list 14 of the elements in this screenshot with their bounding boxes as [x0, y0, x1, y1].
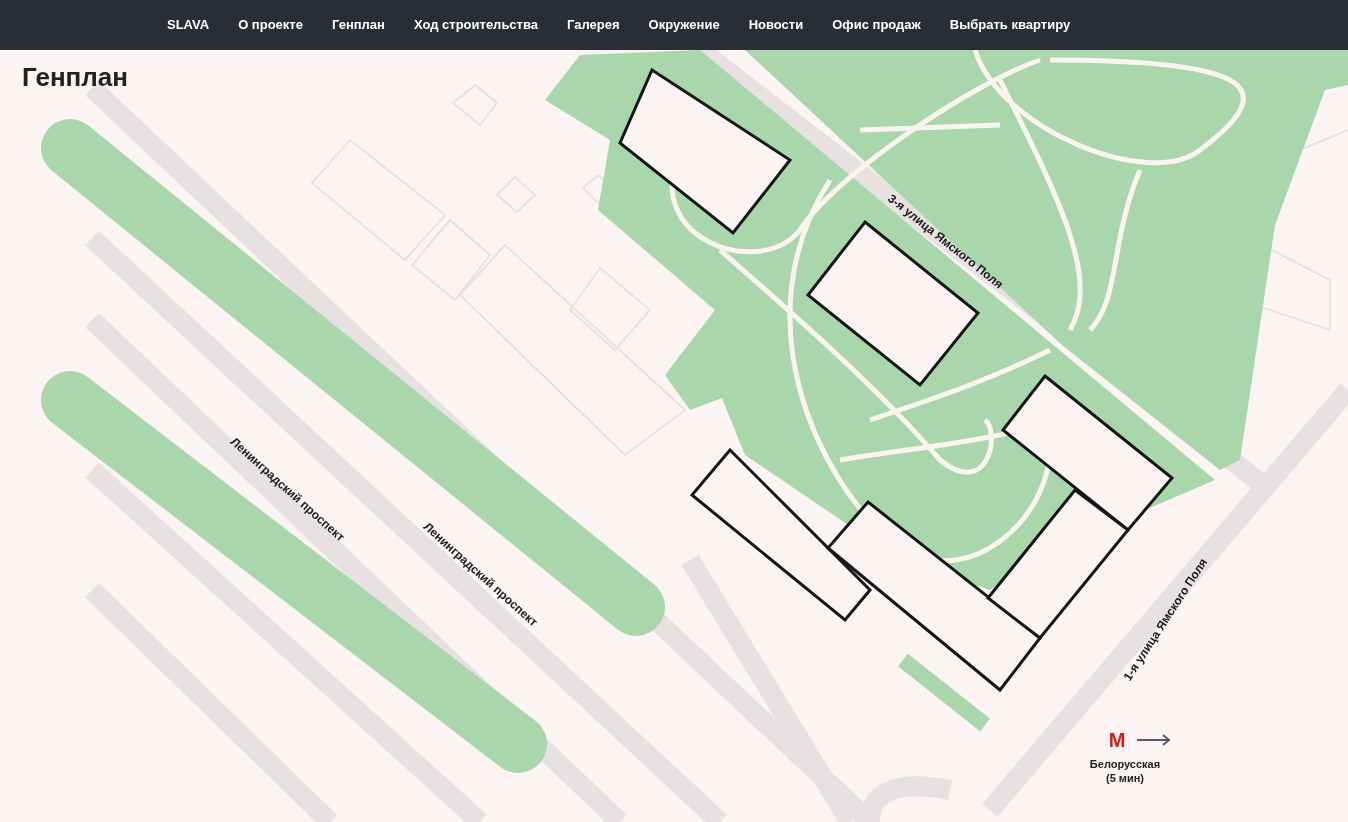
nav-link[interactable]: SLAVA [167, 15, 210, 35]
nav-link[interactable]: Офис продаж [832, 15, 921, 35]
arrow-right-icon [1137, 734, 1172, 746]
nav-link[interactable]: Генплан [331, 15, 385, 35]
metro-logo: M [1108, 730, 1126, 750]
nav-link[interactable]: Ход строительства [413, 15, 539, 35]
nav-link[interactable]: Новости [748, 15, 804, 35]
nav-link[interactable]: Окружение [648, 15, 720, 35]
nav-link[interactable]: О проекте [238, 15, 303, 35]
page-title: Генплан [22, 61, 128, 94]
metro-station-name: Белорусская [1089, 758, 1161, 772]
nav-link[interactable]: Галерея [567, 15, 620, 35]
nav-link[interactable]: Выбрать квартиру [949, 15, 1071, 35]
walk-time: (5 мин) [1105, 771, 1144, 786]
